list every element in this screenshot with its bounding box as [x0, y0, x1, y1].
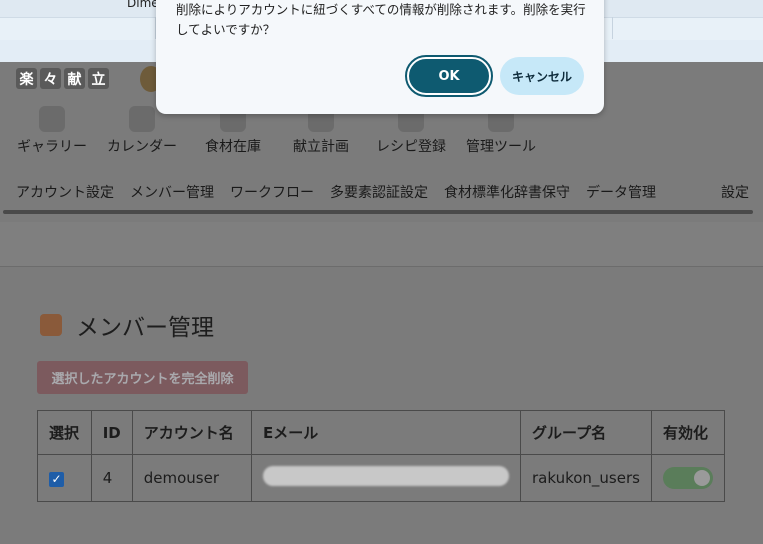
subnav-dictionary[interactable]: 食材標準化辞書保守	[444, 182, 570, 202]
nav-item-label: レシピ登録	[376, 139, 446, 155]
table-row: ✓ 4 demouser rakukon_users	[37, 454, 725, 502]
enabled-cell	[651, 454, 725, 502]
column-header: 有効化	[651, 410, 725, 455]
dialog-message: 削除によりアカウントに紐づくすべての情報が削除されます。削除を実行してよいですか…	[176, 2, 586, 37]
page-backdrop: 楽 々 献 立 ギャラリー カレンダー 食材在庫 献立計画 レシピ登録 管理ツー…	[0, 62, 763, 544]
sub-nav: アカウント設定 メンバー管理 ワークフロー 多要素認証設定 食材標準化辞書保守 …	[0, 165, 763, 214]
subnav-account-settings[interactable]: アカウント設定	[16, 182, 114, 202]
enabled-toggle[interactable]	[663, 467, 713, 489]
delete-selected-button[interactable]: 選択したアカウントを完全削除	[37, 361, 248, 394]
row-checkbox[interactable]: ✓	[49, 471, 64, 487]
nav-item-label: 献立計画	[293, 139, 349, 155]
cell-divider	[612, 17, 613, 39]
calendar-icon	[129, 106, 155, 132]
ok-button[interactable]: OK	[405, 55, 493, 97]
subnav-mfa-settings[interactable]: 多要素認証設定	[330, 182, 428, 202]
subnav-data-management[interactable]: データ管理	[586, 182, 656, 202]
toggle-knob	[694, 470, 710, 486]
subnav-settings[interactable]: 設定	[721, 182, 749, 202]
members-icon	[40, 314, 62, 336]
table-header-row: 選択 ID アカウント名 Eメール グループ名 有効化	[37, 410, 725, 455]
email-cell	[250, 454, 521, 502]
column-header: グループ名	[519, 410, 653, 455]
nav-item-label: 管理ツール	[466, 139, 536, 155]
select-cell: ✓	[37, 454, 92, 502]
salad-icon	[39, 106, 65, 132]
cancel-button[interactable]: キャンセル	[500, 57, 584, 95]
app-logo[interactable]: 楽 々 献 立	[16, 68, 109, 89]
nav-item-gallery[interactable]: ギャラリー	[10, 106, 94, 156]
members-table: 選択 ID アカウント名 Eメール グループ名 有効化 ✓ 4 demouser…	[37, 410, 725, 502]
nav-item-label: ギャラリー	[17, 139, 87, 155]
confirm-dialog: 削除によりアカウントに紐づくすべての情報が削除されます。削除を実行してよいですか…	[156, 0, 604, 114]
logo-char: 々	[40, 68, 61, 89]
logo-char: 楽	[16, 68, 37, 89]
subnav-workflow[interactable]: ワークフロー	[230, 182, 314, 202]
column-header: ID	[90, 410, 133, 455]
content-header-band	[0, 222, 763, 267]
redacted-email	[262, 466, 509, 486]
column-header: 選択	[37, 410, 92, 455]
nav-item-label: カレンダー	[107, 139, 177, 155]
page-title: メンバー管理	[40, 308, 214, 342]
nav-item-label: 食材在庫	[205, 139, 261, 155]
horizontal-scrollbar[interactable]	[3, 210, 753, 214]
logo-char: 献	[64, 68, 85, 89]
column-header: Eメール	[250, 410, 521, 455]
partial-text: Dime	[127, 0, 159, 10]
subnav-member-management[interactable]: メンバー管理	[130, 182, 214, 202]
page-title-text: メンバー管理	[76, 315, 214, 341]
id-cell: 4	[90, 454, 133, 502]
account-cell: demouser	[131, 454, 252, 502]
logo-char: 立	[88, 68, 109, 89]
group-cell: rakukon_users	[519, 454, 653, 502]
column-header: アカウント名	[131, 410, 252, 455]
